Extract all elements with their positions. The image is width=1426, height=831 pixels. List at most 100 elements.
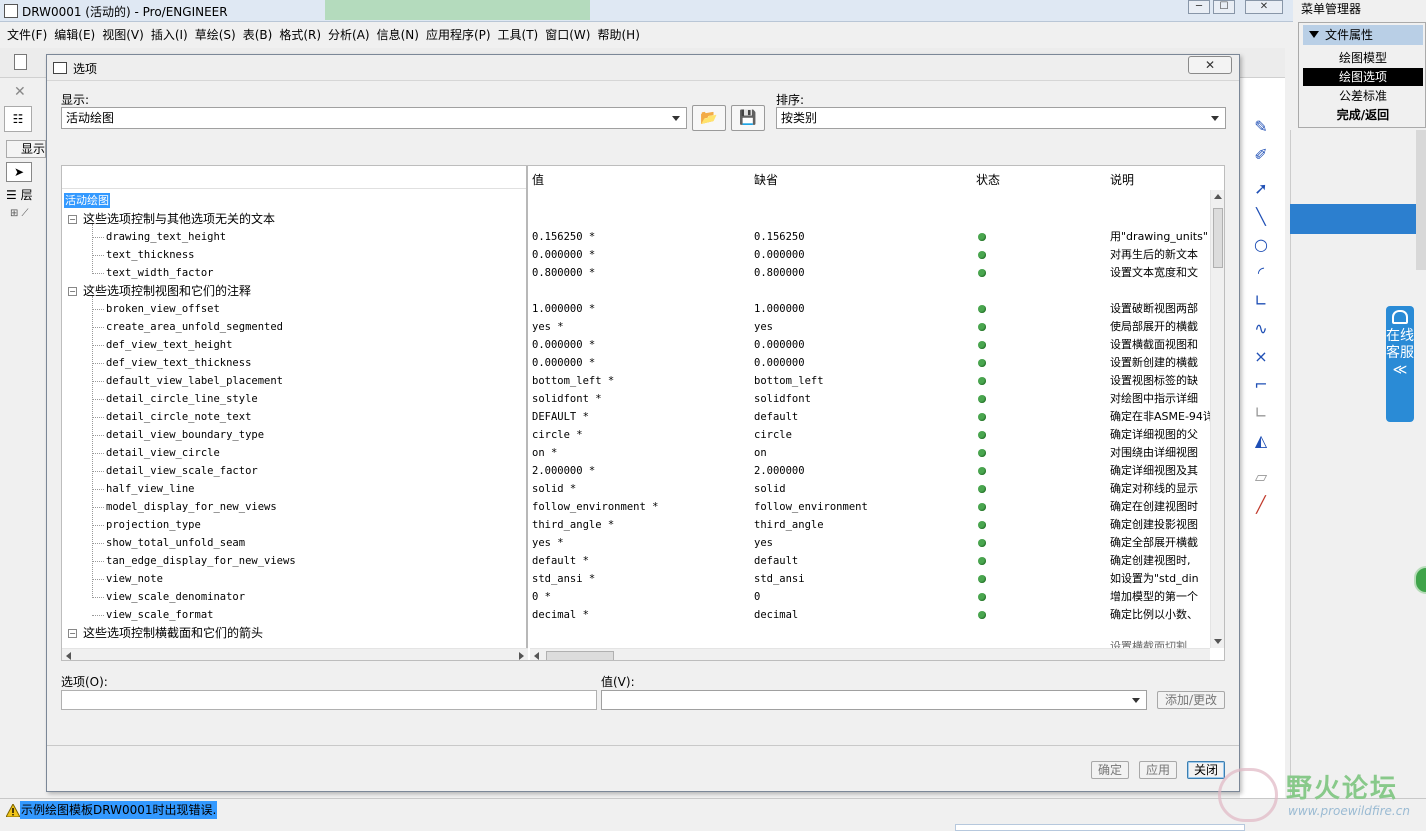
table-row[interactable]: yes * yes 确定全部展开横截 [530,534,1210,552]
option-name[interactable]: view_note [106,570,163,588]
tree-group[interactable]: − 这些选项控制横截面和它们的箭头 [68,624,263,642]
table-row[interactable]: 0.000000 * 0.000000 设置新创建的横截 [530,354,1210,372]
scroll-thumb[interactable] [546,651,614,660]
table-row[interactable]: follow_environment * follow_environment 确定… [530,498,1210,516]
menu-item[interactable]: 工具(T) [498,24,539,46]
option-name[interactable]: detail_circle_line_style [106,390,258,408]
menu-item-drawing-options[interactable]: 绘图选项 [1303,68,1423,86]
show-button[interactable]: 显示 [6,140,46,158]
chamfer-icon[interactable]: ⌐ [1247,374,1275,396]
menu-item[interactable]: 表(B) [243,24,273,46]
option-name[interactable]: view_scale_format [106,606,213,624]
table-row[interactable]: 0.800000 * 0.800000 设置文本宽度和文 [530,264,1210,282]
sort-select[interactable]: 按类别 [776,107,1226,129]
table-row[interactable]: 1.000000 * 1.000000 设置破断视图两部 [530,300,1210,318]
table-row[interactable]: decimal * decimal 确定比例以小数、 [530,606,1210,624]
option-name[interactable]: show_total_unfold_seam [106,534,245,552]
collapse-icon[interactable]: − [68,629,77,638]
scroll-left-icon[interactable] [534,652,539,660]
spline-icon[interactable]: ∿ [1247,318,1275,340]
circle-icon[interactable]: ○ [1247,234,1275,256]
menu-item[interactable]: 窗口(W) [545,24,590,46]
option-name[interactable]: view_scale_denominator [106,588,245,606]
construction-line-icon[interactable]: ╱ [1247,494,1275,516]
value-select[interactable] [601,690,1147,710]
table-row[interactable]: DEFAULT * default 确定在非ASME-94详 [530,408,1210,426]
option-name[interactable]: def_view_text_height [106,336,232,354]
tree-horizontal-scrollbar[interactable] [62,648,528,660]
table-row[interactable]: yes * yes 使局部展开的横截 [530,318,1210,336]
table-row[interactable]: bottom_left * bottom_left 设置视图标签的缺 [530,372,1210,390]
column-header-value[interactable]: 值 [532,171,544,188]
dimension-icon[interactable]: ✐ [1247,144,1275,166]
tree-group[interactable]: − 这些选项控制与其他选项无关的文本 [68,210,275,228]
option-name[interactable]: drawing_text_height [106,228,226,246]
select-arrow-icon[interactable]: ➤ [6,162,32,182]
menu-item[interactable]: 文件(F) [7,24,47,46]
vertical-scrollbar[interactable] [1210,190,1224,648]
mirror-icon[interactable]: ◭ [1247,430,1275,452]
minimize-button[interactable]: ─ [1188,0,1210,14]
parallelogram-icon[interactable]: ▱ [1247,466,1275,488]
menu-item[interactable]: 应用程序(P) [426,24,491,46]
menu-item-done-return[interactable]: 完成/返回 [1303,106,1423,124]
command-input[interactable] [955,824,1245,831]
option-name[interactable]: default_view_label_placement [106,372,283,390]
new-file-icon[interactable] [14,54,27,70]
scroll-right-icon[interactable] [519,652,524,660]
column-header-default[interactable]: 缺省 [754,171,778,188]
expand-icon[interactable]: ⊞ ⟋ [10,208,29,219]
line-icon[interactable]: ╲ [1247,206,1275,228]
save-config-icon[interactable]: 💾 [731,105,765,131]
scroll-down-icon[interactable] [1214,639,1222,644]
option-name[interactable]: tan_edge_display_for_new_views [106,552,296,570]
table-row[interactable]: circle * circle 确定详细视图的父 [530,426,1210,444]
apply-button[interactable]: 应用 [1139,761,1177,779]
option-name[interactable]: model_display_for_new_views [106,498,277,516]
option-name[interactable]: projection_type [106,516,201,534]
table-row[interactable]: solidfont * solidfont 对绘图中指示详细 [530,390,1210,408]
table-row[interactable]: default * default 确定创建视图时, [530,552,1210,570]
scroll-left-icon[interactable] [66,652,71,660]
table-row[interactable]: on * on 对围绕由详细视图 [530,444,1210,462]
scroll-thumb[interactable] [1213,208,1223,268]
corner-icon[interactable]: ∟ [1247,402,1275,424]
option-name[interactable]: detail_view_scale_factor [106,462,258,480]
ok-button[interactable]: 确定 [1091,761,1129,779]
menu-item[interactable]: 视图(V) [102,24,144,46]
option-name[interactable]: def_view_text_thickness [106,354,251,372]
open-folder-icon[interactable]: 📂 [692,105,726,131]
option-name[interactable]: half_view_line [106,480,195,498]
menu-item[interactable]: 草绘(S) [195,24,236,46]
option-name[interactable]: detail_circle_note_text [106,408,251,426]
right-scrollbar[interactable] [1416,130,1426,270]
values-horizontal-scrollbar[interactable] [530,648,1210,660]
scroll-up-icon[interactable] [1214,194,1222,199]
menu-item-drawing-model[interactable]: 绘图模型 [1303,49,1423,67]
option-name[interactable]: text_thickness [106,246,195,264]
table-row[interactable]: third_angle * third_angle 确定创建投影视图 [530,516,1210,534]
layer-item[interactable]: ☰ 层 [6,186,33,203]
display-select[interactable]: 活动绘图 [61,107,687,129]
model-tree-icon[interactable]: ☷ [4,106,32,132]
table-row[interactable]: 0 * 0 增加模型的第一个 [530,588,1210,606]
close-icon[interactable]: ✕ [14,84,26,100]
option-name[interactable]: broken_view_offset [106,300,220,318]
menu-item[interactable]: 信息(N) [377,24,419,46]
table-row[interactable]: solid * solid 确定对称线的显示 [530,480,1210,498]
select-pointer-icon[interactable]: ➚ [1247,178,1275,200]
table-row[interactable]: 0.000000 * 0.000000 设置横截面视图和 [530,336,1210,354]
menu-item[interactable]: 格式(R) [279,24,321,46]
option-name[interactable]: create_area_unfold_segmented [106,318,283,336]
option-name[interactable]: detail_view_boundary_type [106,426,264,444]
table-row[interactable]: 0.000000 * 0.000000 对再生后的新文本 [530,246,1210,264]
dialog-close-icon[interactable]: ✕ [1188,56,1232,74]
table-row[interactable]: std_ansi * std_ansi 如设置为"std_din [530,570,1210,588]
tree-group[interactable]: − 这些选项控制视图和它们的注释 [68,282,251,300]
option-name[interactable]: text_width_factor [106,264,213,282]
menu-item-tolerance-standard[interactable]: 公差标准 [1303,87,1423,105]
fillet-icon[interactable]: ∟ [1247,290,1275,312]
column-header-description[interactable]: 说明 [1110,171,1134,188]
option-name[interactable]: detail_view_circle [106,444,220,462]
table-row[interactable]: 0.156250 * 0.156250 用"drawing_units" [530,228,1210,246]
